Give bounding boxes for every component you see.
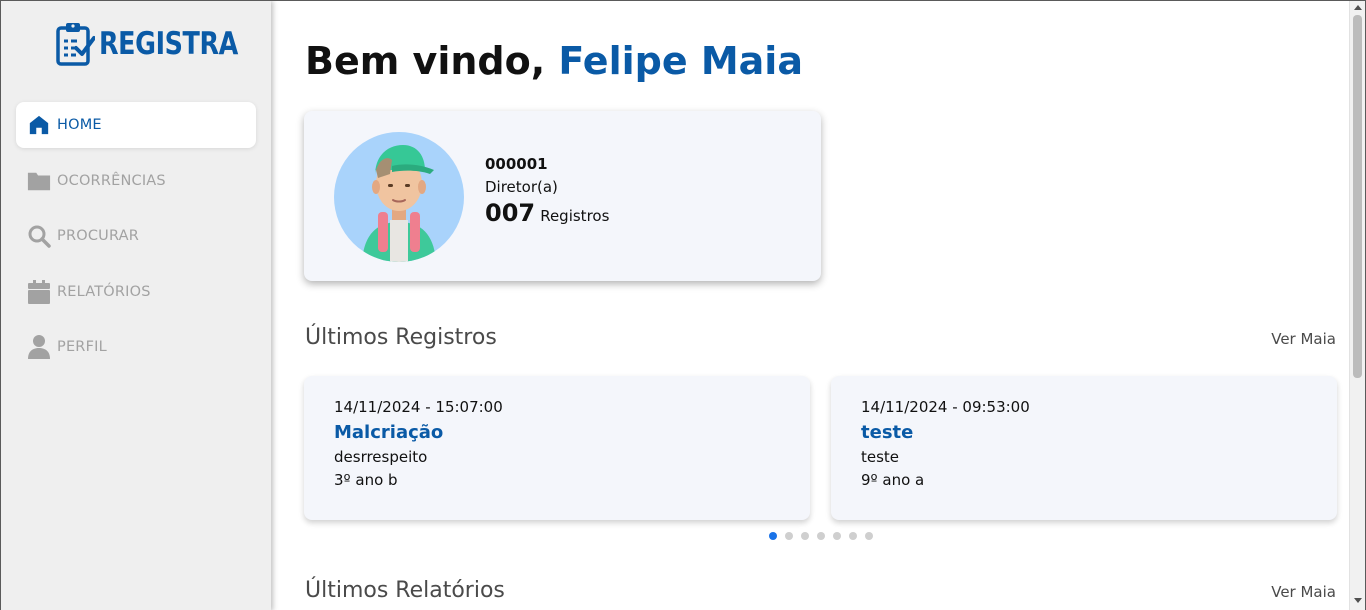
carousel-dot[interactable] [785,532,793,540]
welcome-greeting: Bem vindo, [305,39,546,83]
profile-id: 000001 [485,155,548,173]
record-description: desrrespeito [334,448,428,466]
brand-logo[interactable]: REGISTRA [55,21,268,67]
record-date: 14/11/2024 - 09:53:00 [861,398,1030,416]
vertical-scrollbar[interactable] [1349,1,1365,610]
scroll-up-arrow-icon[interactable] [1354,5,1362,10]
records-count: 007 [485,199,536,227]
record-class: 3º ano b [334,471,398,489]
carousel-dot[interactable] [817,532,825,540]
profile-info: 000001 Diretor(a) 007 Registros [485,155,609,227]
record-description: teste [861,448,900,466]
calendar-icon [27,279,51,304]
record-card[interactable]: 14/11/2024 - 09:53:00 teste teste 9º ano… [831,376,1337,520]
app-window: REGISTRA HOME OCORRÊNCIAS PROCURAR RELAT… [0,0,1366,610]
sidebar-item-home[interactable]: HOME [16,102,256,148]
welcome-user-name: Felipe Maia [558,39,803,83]
carousel-dot[interactable] [849,532,857,540]
profile-card: 000001 Diretor(a) 007 Registros [304,111,821,281]
avatar-icon [334,132,464,262]
carousel-pagination [769,532,881,540]
record-title: Malcriação [334,422,444,443]
carousel-dot[interactable] [865,532,873,540]
sidebar-item-ocorrencias[interactable]: OCORRÊNCIAS [16,158,256,204]
search-icon [27,224,51,248]
folder-icon [27,169,51,193]
scrollbar-thumb[interactable] [1353,15,1362,378]
user-icon [27,335,51,359]
sidebar-nav: HOME OCORRÊNCIAS PROCURAR RELATÓRIOS PER… [16,102,256,380]
see-more-registros-link[interactable]: Ver Maia [1271,330,1336,348]
carousel-dot[interactable] [769,532,777,540]
sidebar-item-label: PROCURAR [57,228,140,244]
section-title-relatorios: Últimos Relatórios [305,578,505,603]
profile-role: Diretor(a) [485,178,558,196]
home-icon [27,113,51,137]
sidebar-item-relatorios[interactable]: RELATÓRIOS [16,269,256,315]
see-more-relatorios-link[interactable]: Ver Maia [1271,583,1336,601]
sidebar-item-procurar[interactable]: PROCURAR [16,213,256,259]
main-content: Bem vindo, Felipe Maia 000001 Diretor(a)… [271,1,1351,610]
section-title-registros: Últimos Registros [305,325,497,350]
carousel-dot[interactable] [833,532,841,540]
carousel-dot[interactable] [801,532,809,540]
record-title: teste [861,422,914,443]
scroll-down-arrow-icon[interactable] [1354,598,1362,603]
brand-name: REGISTRA [99,26,238,62]
sidebar: REGISTRA HOME OCORRÊNCIAS PROCURAR RELAT… [1,1,271,610]
sidebar-item-perfil[interactable]: PERFIL [16,324,256,370]
sidebar-item-label: OCORRÊNCIAS [57,172,166,189]
record-card[interactable]: 14/11/2024 - 15:07:00 Malcriação desrres… [304,376,810,520]
clipboard-check-icon [56,23,95,66]
record-class: 9º ano a [861,471,925,489]
sidebar-item-label: HOME [57,117,102,133]
record-date: 14/11/2024 - 15:07:00 [334,398,503,416]
page-title: Bem vindo, Felipe Maia [305,39,803,83]
profile-records: 007 Registros [485,199,609,227]
sidebar-item-label: RELATÓRIOS [57,283,151,300]
sidebar-item-label: PERFIL [57,339,107,355]
records-label: Registros [540,207,610,225]
